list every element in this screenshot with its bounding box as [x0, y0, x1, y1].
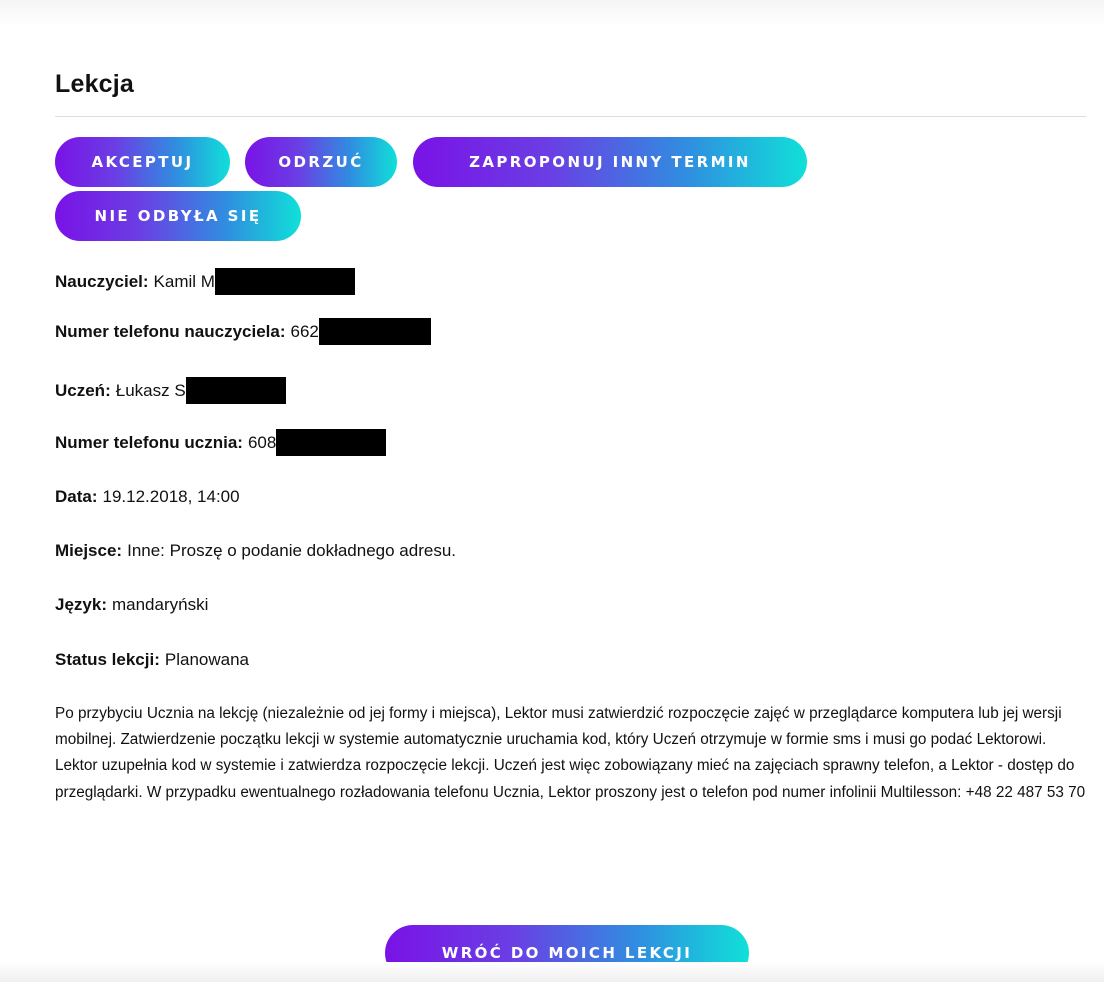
- page-title: Lekcja: [55, 70, 135, 98]
- student-field: Uczeń: Łukasz S: [55, 377, 286, 404]
- status-value: Planowana: [164, 650, 249, 669]
- reject-button[interactable]: ODRZUĆ: [245, 137, 397, 187]
- date-value: 19.12.2018, 14:00: [102, 487, 240, 506]
- bottom-shadow-band: [0, 962, 1104, 982]
- redaction-bar: [214, 268, 355, 295]
- teacher-field: Nauczyciel: Kamil M: [55, 268, 355, 295]
- language-label: Język:: [55, 595, 107, 614]
- status-field: Status lekcji: Planowana: [55, 649, 249, 671]
- redaction-bar: [318, 318, 431, 345]
- date-label: Data:: [55, 487, 98, 506]
- student-label: Uczeń:: [55, 380, 111, 400]
- teacher-name: Kamil M: [153, 271, 215, 291]
- lesson-start-instructions: Po przybyciu Ucznia na lekcję (niezależn…: [55, 705, 1086, 801]
- language-field: Język: mandaryński: [55, 594, 208, 616]
- teacher-phone-value: 662: [290, 321, 319, 341]
- top-shadow-band: [0, 0, 1104, 26]
- language-value: mandaryński: [111, 595, 209, 614]
- student-phone-label: Numer telefonu ucznia:: [55, 432, 243, 452]
- place-field: Miejsce: Inne: Proszę o podanie dokładne…: [55, 540, 456, 562]
- teacher-phone-field: Numer telefonu nauczyciela: 662: [55, 318, 431, 345]
- date-field: Data: 19.12.2018, 14:00: [55, 486, 240, 508]
- redaction-bar: [185, 377, 286, 404]
- teacher-label: Nauczyciel:: [55, 271, 149, 291]
- student-name: Łukasz S: [115, 380, 186, 400]
- status-label: Status lekcji:: [55, 650, 160, 669]
- accept-button[interactable]: AKCEPTUJ: [55, 137, 230, 187]
- student-phone-field: Numer telefonu ucznia: 608: [55, 429, 387, 456]
- title-divider: [55, 116, 1086, 117]
- redaction-bar: [276, 429, 387, 456]
- did-not-take-place-button[interactable]: NIE ODBYŁA SIĘ: [55, 191, 301, 241]
- place-value: Inne: Proszę o podanie dokładnego adresu…: [127, 541, 457, 560]
- propose-other-date-button[interactable]: ZAPROPONUJ INNY TERMIN: [413, 137, 807, 187]
- student-phone-value: 608: [247, 432, 277, 452]
- place-label: Miejsce:: [55, 541, 123, 560]
- teacher-phone-label: Numer telefonu nauczyciela:: [55, 321, 286, 341]
